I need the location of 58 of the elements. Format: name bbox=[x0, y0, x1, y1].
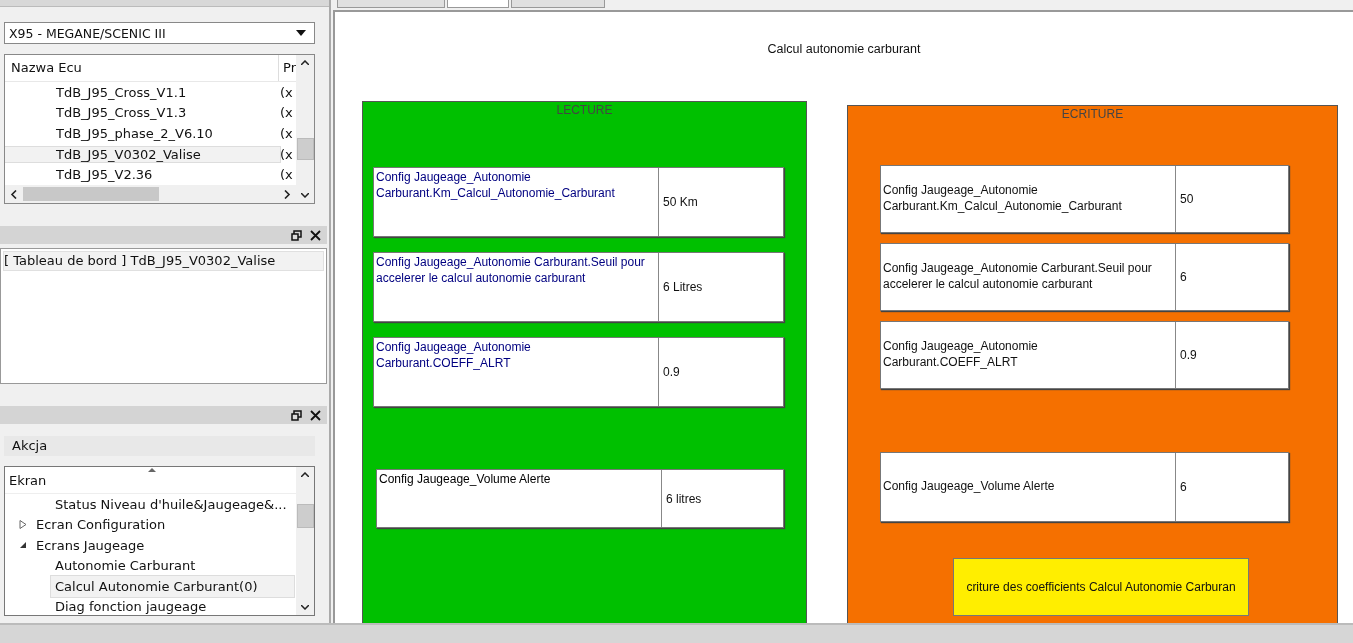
screen-title: Calcul autonomie carburant bbox=[766, 42, 922, 56]
panel-title: ECRITURE bbox=[1060, 107, 1125, 121]
restore-icon[interactable] bbox=[291, 229, 302, 241]
restore-icon[interactable] bbox=[291, 409, 302, 421]
scroll-up-icon[interactable] bbox=[301, 472, 309, 477]
collapsed-arrow-icon bbox=[19, 520, 27, 530]
tree-item[interactable]: Status Niveau d'huile&Jaugeage&... bbox=[5, 494, 296, 515]
ecu-row[interactable]: TdB_J95_V0302_Valise (x bbox=[5, 143, 296, 165]
ecu-row[interactable]: TdB_J95_Cross_V1.1 (x bbox=[5, 81, 296, 103]
panel-title: LECTURE bbox=[555, 103, 614, 117]
ecu-name: TdB_J95_Cross_V1.1 bbox=[55, 84, 188, 100]
table-cell: (x bbox=[280, 146, 293, 162]
vertical-scrollbar[interactable] bbox=[296, 55, 314, 203]
column-header[interactable]: Pr bbox=[279, 60, 296, 76]
ecu-row[interactable]: TdB_J95_phase_2_V6.10 (x bbox=[5, 123, 296, 144]
scroll-thumb[interactable] bbox=[23, 187, 159, 202]
parameter-label: Config Jaugeage_Autonomie Carburant.Km_Calcul_Autonomie_Carburant bbox=[374, 168, 659, 236]
horizontal-scrollbar[interactable] bbox=[5, 185, 296, 203]
table-cell: (x bbox=[280, 167, 293, 183]
scroll-thumb[interactable] bbox=[296, 504, 314, 528]
ecu-row[interactable]: TdB_J95_Cross_V1.3 (x bbox=[5, 102, 296, 124]
close-icon[interactable] bbox=[310, 409, 321, 421]
column-header[interactable]: Nazwa Ecu bbox=[5, 55, 280, 81]
ecu-name: TdB_J95_V0302_Valise bbox=[5, 146, 280, 162]
tree-item[interactable]: Autonomie Carburant bbox=[5, 555, 296, 576]
scroll-down-icon[interactable] bbox=[301, 193, 309, 198]
dropdown-arrow-icon bbox=[296, 30, 306, 36]
table-cell: (x bbox=[280, 84, 293, 100]
tree-item[interactable]: Ecran Configuration bbox=[5, 514, 296, 535]
scroll-down-icon[interactable] bbox=[301, 605, 309, 610]
table-cell: (x bbox=[280, 125, 293, 141]
tab[interactable] bbox=[447, 0, 509, 8]
value-cell-text: 6 Litres bbox=[662, 279, 704, 296]
action-header: Akcja bbox=[4, 436, 315, 456]
close-icon[interactable] bbox=[310, 229, 321, 241]
value-cell-text: 0.9 bbox=[662, 364, 681, 381]
ecu-name: TdB_J95_Cross_V1.3 bbox=[55, 105, 188, 121]
table-cell: (x bbox=[280, 105, 293, 121]
vertical-scrollbar[interactable] bbox=[296, 467, 314, 615]
sort-arrow-icon bbox=[148, 468, 156, 472]
expanded-arrow-icon bbox=[19, 541, 27, 550]
parameter-label: Config Jaugeage_Autonomie Carburant.COEFF_ALRT bbox=[374, 338, 659, 406]
parameter-label: Config Jaugeage_Autonomie Carburant.Seuil pour accelerer le calcul autonomie carburant bbox=[374, 253, 659, 321]
column-header[interactable]: Ekran bbox=[5, 467, 296, 494]
tree-item[interactable]: Diag fonction jaugeage bbox=[5, 596, 296, 615]
tree-item[interactable]: Ecrans Jaugeage bbox=[5, 535, 296, 556]
vehicle-dropdown[interactable]: X95 - MEGANE/SCENIC III bbox=[4, 22, 315, 44]
tree-item[interactable]: Calcul Autonomie Carburant(0) bbox=[51, 576, 294, 597]
ecu-list-item[interactable]: [ Tableau de bord ] TdB_J95_V0302_Valise bbox=[3, 251, 324, 271]
scroll-thumb[interactable] bbox=[296, 138, 314, 160]
ecu-name: TdB_J95_V2.36 bbox=[55, 167, 154, 183]
scroll-up-icon[interactable] bbox=[301, 60, 309, 65]
write-coefficients-button[interactable]: criture des coefficients Calcul Autonomie Carburan bbox=[953, 558, 1249, 616]
value-cell-text: 50 Km bbox=[662, 194, 699, 211]
parameter-label: Config Jaugeage_Volume Alerte bbox=[377, 470, 662, 527]
value-cell-text: 6 litres bbox=[665, 490, 703, 508]
ecu-name: TdB_J95_phase_2_V6.10 bbox=[55, 125, 214, 141]
ecu-row[interactable]: TdB_J95_V2.36 (x bbox=[5, 164, 296, 186]
